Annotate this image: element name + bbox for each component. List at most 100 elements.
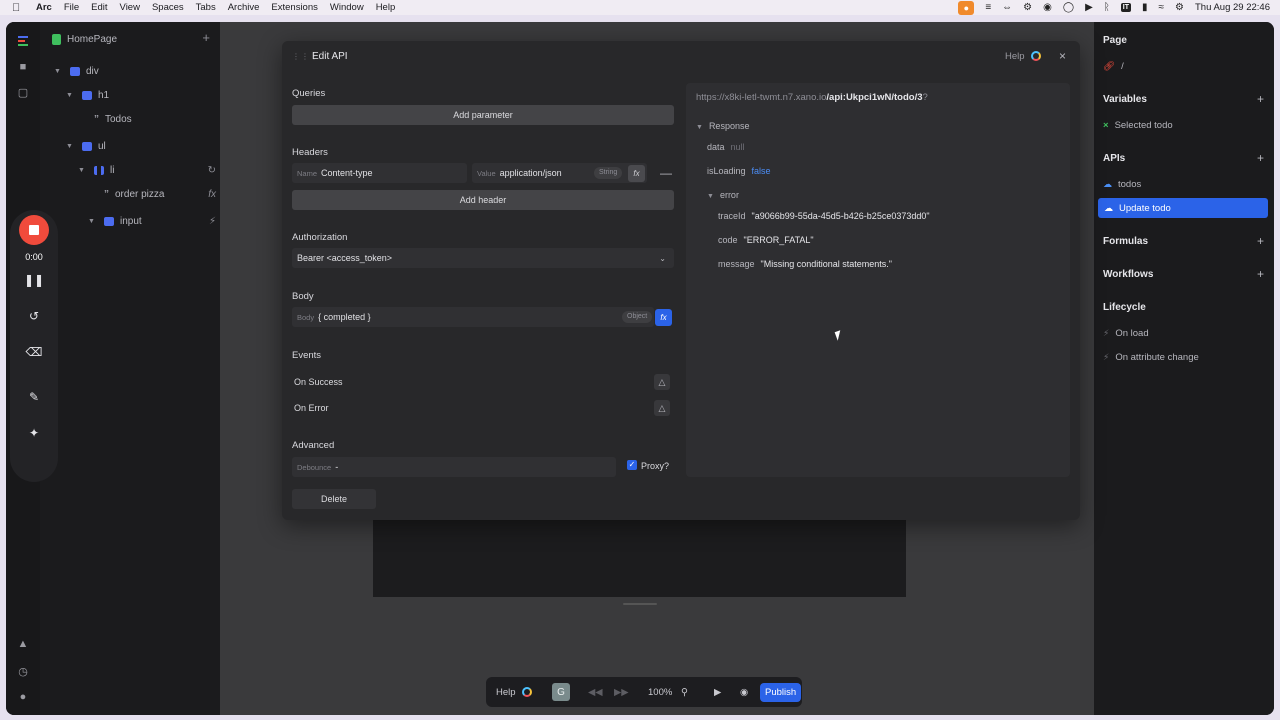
add-api-icon[interactable]: + [1257,151,1264,165]
add-parameter-button[interactable]: Add parameter [292,105,674,125]
chevron-down-icon[interactable]: ▼ [66,92,76,99]
lightning-icon[interactable]: ⚡︎ [209,216,216,227]
menu-file[interactable]: File [64,2,79,13]
control-center-icon[interactable]: ⚙ [1175,2,1184,13]
workflow-icon[interactable]: △ [654,400,670,416]
arc-logo-icon[interactable] [15,33,31,49]
tree-node-todos-text[interactable]: ” Todos [88,110,132,128]
swirl-icon[interactable]: ◉ [1043,2,1052,13]
trash-icon[interactable]: ⌫ [10,345,58,359]
link-icon: 🔗︎ [1103,61,1116,72]
page-route[interactable]: 🔗︎ / [1103,61,1124,72]
api-url[interactable]: https://x8ki-letl-twmt.n7.xano.io/api:Uk… [696,92,928,103]
add-variable-icon[interactable]: + [1257,92,1264,106]
menu-extensions[interactable]: Extensions [271,2,317,13]
chevron-down-icon[interactable]: ▼ [66,143,76,150]
variable-item[interactable]: × Selected todo [1103,120,1173,131]
page-icon [52,33,61,45]
menu-window[interactable]: Window [330,2,364,13]
close-icon[interactable]: × [1059,49,1066,63]
chevron-down-icon[interactable]: ▼ [54,68,64,75]
error-toggle[interactable]: ▼ error [707,190,739,200]
response-toggle[interactable]: ▼ Response [696,121,749,131]
pencil-icon[interactable]: ✎ [10,390,58,404]
play-icon[interactable]: ▶ [714,677,721,707]
add-header-button[interactable]: Add header [292,190,674,210]
tree-node-input[interactable]: ▼ input ⚡︎ [88,212,220,230]
zoom-icon[interactable]: ⚲ [681,677,688,707]
add-element-icon[interactable]: + [202,30,210,45]
tree-node-order-text[interactable]: ” order pizza fx [98,185,220,203]
list-icon[interactable]: ≡ [985,2,991,13]
microphone-icon[interactable]: ● [958,0,975,15]
redo-icon[interactable]: ▶▶ [614,677,629,707]
battery-icon[interactable]: ▮ [1142,2,1148,13]
gear-icon[interactable]: ⚙ [1023,2,1032,13]
formula-icon[interactable]: fx [208,189,216,200]
menu-view[interactable]: View [120,2,140,13]
menu-tabs[interactable]: Tabs [196,2,216,13]
clock[interactable]: Thu Aug 29 22:46 [1195,2,1270,13]
resize-handle[interactable] [623,603,657,605]
formula-button-active[interactable]: fx [655,309,672,326]
apple-menu-icon[interactable]:  [12,2,30,14]
zoom-level[interactable]: 100% [648,677,672,707]
api-item-update-todo[interactable]: ☁ Update todo [1098,198,1268,218]
input-source-icon[interactable]: IT [1120,3,1131,12]
tree-node-div[interactable]: ▼ div [54,62,99,80]
publish-button[interactable]: Publish [760,682,802,702]
bluetooth-icon[interactable]: ᚱ [1104,2,1110,13]
g-button[interactable]: G [552,683,570,701]
menu-help[interactable]: Help [376,2,396,13]
formula-button[interactable]: fx [628,165,645,182]
folder-icon[interactable]: ■ [15,59,31,75]
play-circle-icon[interactable]: ▶ [1085,2,1093,13]
magic-wand-icon[interactable]: ✦ [10,426,58,440]
modal-help-button[interactable]: Help [1005,51,1025,62]
proxy-checkbox[interactable]: ✓ [627,460,637,470]
headphones-icon[interactable]: ◯ [1063,2,1074,13]
wifi-icon[interactable]: ≈ [1159,2,1165,13]
history-icon[interactable]: ◷ [15,663,31,679]
workflow-icon[interactable]: △ [654,374,670,390]
tree-node-ul[interactable]: ▼ ul [66,137,106,155]
help-circle-icon[interactable]: ● [15,689,31,705]
restart-icon[interactable]: ↺ [10,309,58,323]
delete-button[interactable]: Delete [292,489,376,509]
add-formula-icon[interactable]: + [1257,234,1264,248]
body-key: Body [297,312,315,322]
lifecycle-on-load[interactable]: ⚡︎ On load [1103,328,1149,339]
warning-icon[interactable]: ▲ [15,636,31,652]
header-name-field[interactable]: Name Content-type [292,163,467,183]
on-success-row[interactable]: On Success △ [292,372,674,392]
body-field[interactable]: Body { completed } Object [292,307,654,327]
stop-circle-icon[interactable]: ◉ [740,677,748,707]
lifecycle-on-attribute-change[interactable]: ⚡︎ On attribute change [1103,352,1199,363]
tree-page-row[interactable]: HomePage [52,30,117,48]
api-item-todos[interactable]: ☁ todos [1103,179,1141,190]
on-error-label: On Error [294,403,329,413]
cube-icon[interactable]: ▢ [15,84,31,100]
undo-icon[interactable]: ◀◀ [588,677,603,707]
add-workflow-icon[interactable]: + [1257,267,1264,281]
debounce-field[interactable]: Debounce - [292,457,616,477]
on-error-row[interactable]: On Error △ [292,398,674,418]
repeat-icon[interactable]: ↻ [208,165,216,176]
pause-icon[interactable]: ❚❚ [10,273,58,287]
arrows-icon[interactable]: ⇔ [1002,2,1012,13]
help-button[interactable]: Help [496,677,532,707]
header-value-field[interactable]: Value application/json String [472,163,647,183]
authorization-select[interactable]: Bearer <access_token> ⌄ [292,248,674,268]
menu-edit[interactable]: Edit [91,2,107,13]
menu-archive[interactable]: Archive [228,2,260,13]
menu-spaces[interactable]: Spaces [152,2,184,13]
remove-header-icon[interactable]: — [660,166,672,180]
page-preview[interactable] [373,517,906,597]
menu-arc[interactable]: Arc [36,2,52,13]
tree-node-li[interactable]: ▼ li ↻ [78,161,220,179]
block-icon [70,66,80,76]
tree-node-h1[interactable]: ▼ h1 [66,86,109,104]
stop-recording-button[interactable] [19,215,49,245]
chevron-down-icon[interactable]: ▼ [78,167,88,174]
chevron-down-icon[interactable]: ▼ [88,218,98,225]
